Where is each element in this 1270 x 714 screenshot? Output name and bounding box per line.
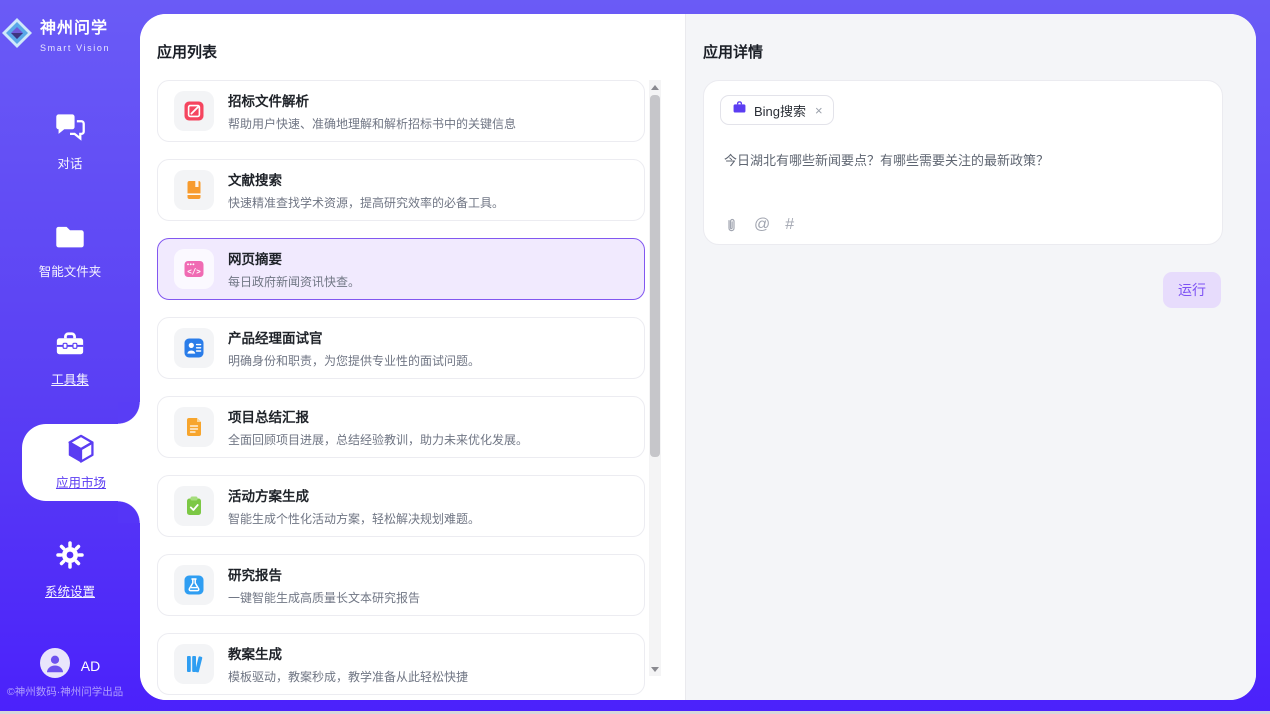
sidebar-item-label: 应用市场 bbox=[22, 472, 140, 491]
run-button[interactable]: 运行 bbox=[1163, 272, 1221, 308]
main-content: 应用列表 招标文件解析 帮助用户快速、准确地理解和解析招标书中的关键信息 bbox=[140, 14, 1256, 700]
list-scrollbar[interactable] bbox=[649, 80, 661, 676]
app-list-title: 应用列表 bbox=[157, 41, 217, 62]
paperclip-icon[interactable] bbox=[724, 216, 739, 234]
app-detail-title: 应用详情 bbox=[703, 41, 763, 62]
app-name: 活动方案生成 bbox=[228, 485, 480, 505]
sidebar-item-app-market[interactable]: 应用市场 bbox=[22, 424, 140, 501]
sidebar-item-label: 系统设置 bbox=[0, 581, 140, 600]
folder-icon bbox=[54, 237, 86, 254]
sidebar: 神州问学 Smart Vision 对话 智能文件夹 bbox=[0, 0, 140, 714]
sidebar-item-settings[interactable]: 系统设置 bbox=[0, 540, 140, 600]
toolbox-icon bbox=[54, 345, 86, 362]
at-icon[interactable]: @ bbox=[754, 216, 770, 234]
app-name: 文献搜索 bbox=[228, 169, 504, 189]
app-name: 产品经理面试官 bbox=[228, 327, 480, 347]
app-name: 研究报告 bbox=[228, 564, 420, 584]
app-name: 教案生成 bbox=[228, 643, 468, 663]
chat-icon bbox=[54, 129, 86, 146]
cube-icon bbox=[65, 452, 97, 469]
clipboard-check-icon bbox=[174, 486, 214, 526]
tool-chip-bing-search[interactable]: Bing搜索 × bbox=[720, 95, 834, 125]
app-name: 网页摘要 bbox=[228, 248, 360, 268]
interviewer-icon bbox=[174, 328, 214, 368]
app-card-literature-search[interactable]: 文献搜索 快速精准查找学术资源，提高研究效率的必备工具。 bbox=[157, 159, 645, 221]
app-name: 招标文件解析 bbox=[228, 90, 516, 110]
app-desc: 智能生成个性化活动方案，轻松解决规划难题。 bbox=[228, 510, 480, 527]
flask-icon bbox=[174, 565, 214, 605]
prompt-card[interactable]: Bing搜索 × 今日湖北有哪些新闻要点？有哪些需要关注的最新政策？ @ # bbox=[703, 80, 1223, 245]
brand-name: 神州问学 bbox=[40, 20, 108, 37]
note-icon bbox=[174, 407, 214, 447]
close-icon[interactable]: × bbox=[815, 104, 823, 117]
book-icon bbox=[174, 170, 214, 210]
user-profile[interactable]: AD bbox=[0, 648, 140, 683]
scroll-up-button[interactable] bbox=[649, 80, 661, 94]
sidebar-item-label: 工具集 bbox=[0, 369, 140, 388]
bubble-notch-top bbox=[118, 402, 140, 424]
triangle-down-icon bbox=[651, 667, 659, 672]
svg-text:</>: </> bbox=[187, 267, 201, 276]
sidebar-item-toolset[interactable]: 工具集 bbox=[0, 330, 140, 388]
app-desc: 明确身份和职责，为您提供专业性的面试问题。 bbox=[228, 352, 480, 369]
scrollbar-thumb[interactable] bbox=[650, 95, 660, 457]
diamond-logo-icon bbox=[0, 16, 34, 55]
app-desc: 模板驱动，教案秒成，教学准备从此轻松快捷 bbox=[228, 668, 468, 685]
books-icon bbox=[174, 644, 214, 684]
copyright-text: ©神州数码·神州问学出品 bbox=[7, 684, 123, 699]
app-card-pm-interviewer[interactable]: 产品经理面试官 明确身份和职责，为您提供专业性的面试问题。 bbox=[157, 317, 645, 379]
sidebar-item-smart-folder[interactable]: 智能文件夹 bbox=[0, 222, 140, 280]
app-card-lesson-plan[interactable]: 教案生成 模板驱动，教案秒成，教学准备从此轻松快捷 bbox=[157, 633, 645, 695]
scroll-down-button[interactable] bbox=[649, 662, 661, 676]
app-card-project-summary[interactable]: 项目总结汇报 全面回顾项目进展，总结经验教训，助力未来优化发展。 bbox=[157, 396, 645, 458]
webpage-code-icon: </> bbox=[174, 249, 214, 289]
app-card-activity-plan[interactable]: 活动方案生成 智能生成个性化活动方案，轻松解决规划难题。 bbox=[157, 475, 645, 537]
bubble-notch-bottom bbox=[118, 501, 140, 523]
user-name: AD bbox=[81, 658, 100, 674]
app-desc: 全面回顾项目进展，总结经验教训，助力未来优化发展。 bbox=[228, 431, 528, 448]
app-list: 招标文件解析 帮助用户快速、准确地理解和解析招标书中的关键信息 文献搜索 快速精… bbox=[157, 80, 645, 700]
app-card-tender-parse[interactable]: 招标文件解析 帮助用户快速、准确地理解和解析招标书中的关键信息 bbox=[157, 80, 645, 142]
sidebar-item-chat[interactable]: 对话 bbox=[0, 112, 140, 172]
brand-logo: 神州问学 Smart Vision bbox=[0, 14, 140, 56]
app-card-research-report[interactable]: 研究报告 一键智能生成高质量长文本研究报告 bbox=[157, 554, 645, 616]
app-desc: 快速精准查找学术资源，提高研究效率的必备工具。 bbox=[228, 194, 504, 211]
briefcase-icon bbox=[732, 100, 747, 120]
gear-icon bbox=[55, 557, 85, 574]
chip-label: Bing搜索 bbox=[754, 101, 806, 120]
avatar bbox=[40, 648, 70, 683]
app-desc: 一键智能生成高质量长文本研究报告 bbox=[228, 589, 420, 606]
triangle-up-icon bbox=[651, 85, 659, 90]
app-desc: 每日政府新闻资讯快查。 bbox=[228, 273, 360, 290]
sidebar-item-label: 对话 bbox=[0, 153, 140, 172]
app-detail-panel: 应用详情 Bing搜索 × 今日湖北有哪些新闻要点？有哪些需要关注的最新政策？ bbox=[685, 14, 1256, 700]
app-list-panel: 应用列表 招标文件解析 帮助用户快速、准确地理解和解析招标书中的关键信息 bbox=[140, 14, 685, 700]
app-name: 项目总结汇报 bbox=[228, 406, 528, 426]
app-desc: 帮助用户快速、准确地理解和解析招标书中的关键信息 bbox=[228, 115, 516, 132]
input-toolbar: @ # bbox=[724, 216, 794, 234]
edit-square-icon bbox=[174, 91, 214, 131]
hash-icon[interactable]: # bbox=[785, 216, 794, 234]
sidebar-item-label: 智能文件夹 bbox=[0, 261, 140, 280]
query-textarea[interactable]: 今日湖北有哪些新闻要点？有哪些需要关注的最新政策？ bbox=[724, 151, 1202, 171]
app-card-web-summary[interactable]: </> 网页摘要 每日政府新闻资讯快查。 bbox=[157, 238, 645, 300]
brand-subtitle: Smart Vision bbox=[40, 43, 110, 53]
